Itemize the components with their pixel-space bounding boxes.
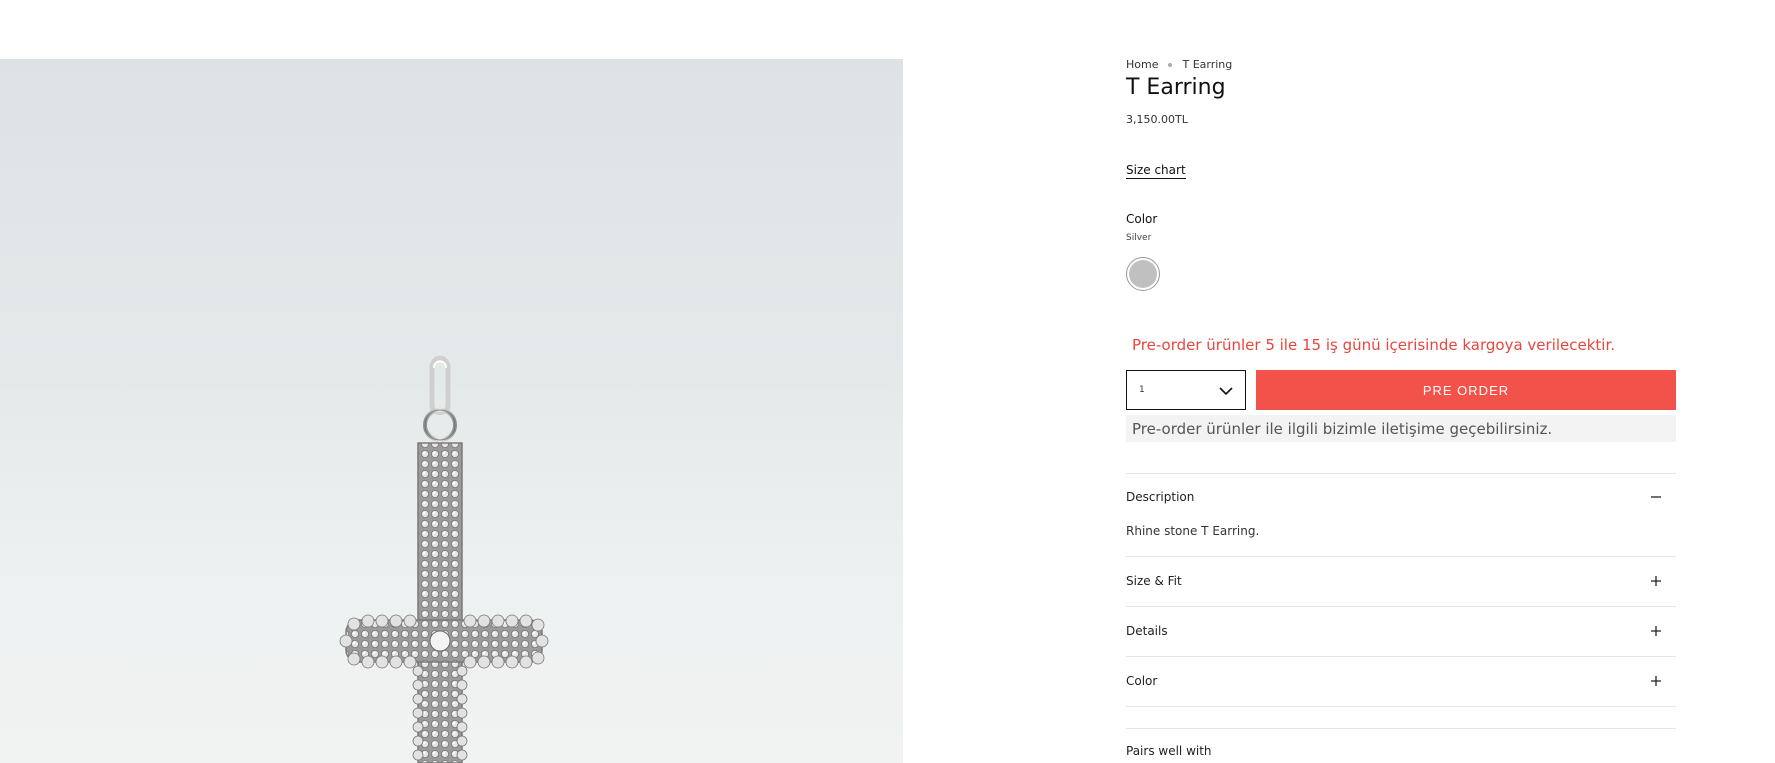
breadcrumb-home-link[interactable]: Home xyxy=(1126,58,1158,71)
quantity-value: 1 xyxy=(1139,385,1145,395)
accordion-color[interactable]: Color xyxy=(1126,669,1676,693)
product-title: T Earring xyxy=(1126,75,1226,100)
accordion-size-fit[interactable]: Size & Fit xyxy=(1126,569,1676,593)
accordion-label: Size & Fit xyxy=(1126,574,1182,588)
accordion-description[interactable]: Description xyxy=(1126,485,1676,509)
divider xyxy=(1126,473,1676,474)
preorder-contact-note: Pre-order ürünler ile ilgili bizimle ile… xyxy=(1126,415,1676,442)
breadcrumb-current: T Earring xyxy=(1182,58,1233,71)
pairs-well-with-heading: Pairs well with xyxy=(1126,744,1212,758)
divider xyxy=(1126,706,1676,707)
pre-order-button[interactable]: PRE ORDER xyxy=(1256,370,1676,410)
accordion-details[interactable]: Details xyxy=(1126,619,1676,643)
quantity-select[interactable]: 1 xyxy=(1126,370,1246,410)
breadcrumb-separator xyxy=(1168,62,1173,67)
divider xyxy=(1126,728,1676,729)
size-chart-link[interactable]: Size chart xyxy=(1126,163,1186,179)
plus-icon xyxy=(1650,625,1662,637)
product-info: Home T Earring T Earring 3,150.00TL Size… xyxy=(1126,0,1676,763)
accordion-label: Description xyxy=(1126,490,1195,504)
color-swatch-silver[interactable] xyxy=(1126,257,1160,291)
product-price: 3,150.00TL xyxy=(1126,113,1188,126)
color-value: Silver xyxy=(1126,233,1152,243)
accordion-label: Color xyxy=(1126,674,1158,688)
earring-illustration xyxy=(339,355,549,763)
swatch-dot xyxy=(1129,260,1157,288)
divider xyxy=(1126,606,1676,607)
color-label: Color xyxy=(1126,212,1158,226)
divider xyxy=(1126,656,1676,657)
product-image[interactable] xyxy=(0,59,903,763)
chevron-down-icon xyxy=(1219,381,1233,400)
minus-icon xyxy=(1650,491,1662,503)
divider xyxy=(1126,556,1676,557)
accordion-label: Details xyxy=(1126,624,1168,638)
plus-icon xyxy=(1650,575,1662,587)
description-content: Rhine stone T Earring. xyxy=(1126,524,1260,538)
preorder-notice: Pre-order ürünler 5 ile 15 iş günü içeri… xyxy=(1132,336,1616,354)
plus-icon xyxy=(1650,675,1662,687)
breadcrumb: Home T Earring xyxy=(1126,58,1232,71)
